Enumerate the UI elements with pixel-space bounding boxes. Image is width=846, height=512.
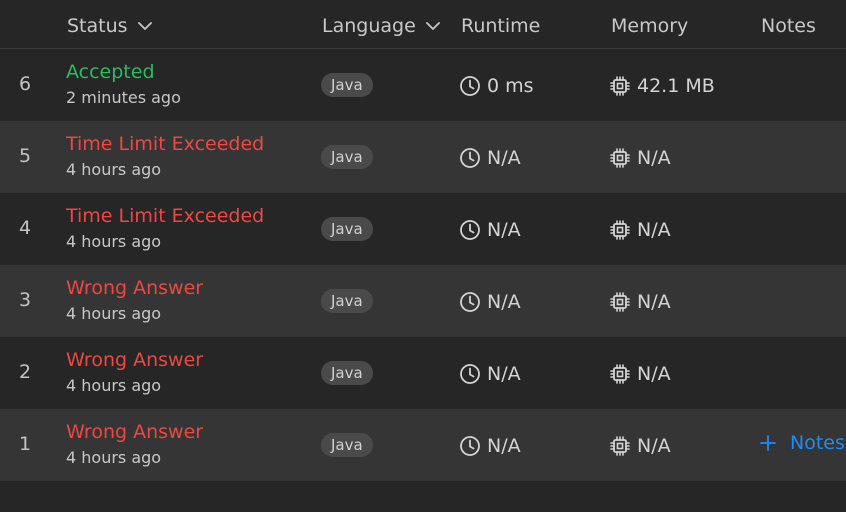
language-badge: Java [321, 145, 373, 169]
submission-status-link[interactable]: Time Limit Exceeded [66, 204, 264, 228]
notes-header-label: Notes [761, 15, 816, 37]
runtime-value: N/A [487, 147, 521, 169]
submission-time: 4 hours ago [66, 448, 162, 467]
submission-status-link[interactable]: Wrong Answer [66, 276, 203, 300]
submission-number: 5 [18, 145, 32, 167]
table-header: Status Language Runtime Memory Notes [0, 0, 846, 49]
status-header-label: Status [67, 15, 128, 37]
runtime-column-header: Runtime [461, 14, 540, 38]
runtime-cell: N/A [459, 433, 521, 459]
table-row[interactable]: 5 Time Limit Exceeded 4 hours ago Java N/A N/… [0, 121, 846, 193]
language-header-label: Language [322, 15, 416, 37]
chevron-down-icon [425, 21, 440, 31]
notes-column-header: Notes [761, 14, 816, 38]
memory-cell: N/A [609, 217, 671, 243]
runtime-cell: 0 ms [459, 73, 534, 99]
language-badge: Java [321, 73, 373, 97]
submission-status-link[interactable]: Wrong Answer [66, 348, 203, 372]
memory-column-header: Memory [611, 14, 688, 38]
runtime-value: N/A [487, 435, 521, 457]
language-badge: Java [321, 433, 373, 457]
clock-icon [459, 75, 481, 97]
runtime-cell: N/A [459, 217, 521, 243]
clock-icon [459, 435, 481, 457]
status-column-header[interactable]: Status [67, 14, 152, 38]
clock-icon [459, 291, 481, 313]
memory-cell: N/A [609, 361, 671, 387]
chip-icon [609, 219, 631, 241]
submission-status-link[interactable]: Accepted [66, 60, 155, 84]
chip-icon [609, 75, 631, 97]
memory-value: N/A [637, 363, 671, 385]
language-badge: Java [321, 217, 373, 241]
chip-icon [609, 435, 631, 457]
submission-number: 6 [18, 73, 32, 95]
submission-time: 4 hours ago [66, 376, 162, 395]
table-row[interactable]: 2 Wrong Answer 4 hours ago Java N/A N/A [0, 337, 846, 409]
submission-number: 2 [18, 361, 32, 383]
chevron-down-icon [137, 21, 152, 31]
table-row[interactable]: 3 Wrong Answer 4 hours ago Java N/A N/A [0, 265, 846, 337]
submission-time: 4 hours ago [66, 304, 162, 323]
memory-value: N/A [637, 147, 671, 169]
submission-number: 1 [18, 433, 32, 455]
language-badge: Java [321, 361, 373, 385]
memory-header-label: Memory [611, 15, 689, 37]
submission-time: 2 minutes ago [66, 88, 181, 107]
chip-icon [609, 363, 631, 385]
submission-time: 4 hours ago [66, 160, 162, 179]
chip-icon [609, 291, 631, 313]
submissions-table: Status Language Runtime Memory Notes 6 Ac… [0, 0, 846, 512]
memory-value: 42.1 MB [637, 75, 715, 97]
memory-value: N/A [637, 291, 671, 313]
submission-status-link[interactable]: Time Limit Exceeded [66, 132, 264, 156]
clock-icon [459, 147, 481, 169]
runtime-value: N/A [487, 219, 521, 241]
table-row[interactable]: 1 Wrong Answer 4 hours ago Java N/A N/A Notes [0, 409, 846, 481]
language-column-header[interactable]: Language [322, 14, 440, 38]
table-row[interactable]: 6 Accepted 2 minutes ago Java 0 ms 42.1 MB [0, 49, 846, 121]
table-row[interactable]: 4 Time Limit Exceeded 4 hours ago Java N/A N/… [0, 193, 846, 265]
runtime-value: N/A [487, 291, 521, 313]
memory-cell: N/A [609, 145, 671, 171]
add-notes-button[interactable]: Notes [760, 432, 845, 454]
add-notes-label: Notes [790, 432, 845, 454]
clock-icon [459, 363, 481, 385]
clock-icon [459, 219, 481, 241]
memory-cell: 42.1 MB [609, 73, 715, 99]
memory-value: N/A [637, 219, 671, 241]
memory-cell: N/A [609, 289, 671, 315]
runtime-cell: N/A [459, 145, 521, 171]
runtime-value: N/A [487, 363, 521, 385]
submission-status-link[interactable]: Wrong Answer [66, 420, 203, 444]
memory-value: N/A [637, 435, 671, 457]
plus-icon [760, 435, 776, 451]
language-badge: Java [321, 289, 373, 313]
memory-cell: N/A [609, 433, 671, 459]
submission-time: 4 hours ago [66, 232, 162, 251]
runtime-value: 0 ms [487, 75, 534, 97]
runtime-header-label: Runtime [461, 15, 541, 37]
runtime-cell: N/A [459, 361, 521, 387]
submission-number: 4 [18, 217, 32, 239]
chip-icon [609, 147, 631, 169]
runtime-cell: N/A [459, 289, 521, 315]
submission-number: 3 [18, 289, 32, 311]
